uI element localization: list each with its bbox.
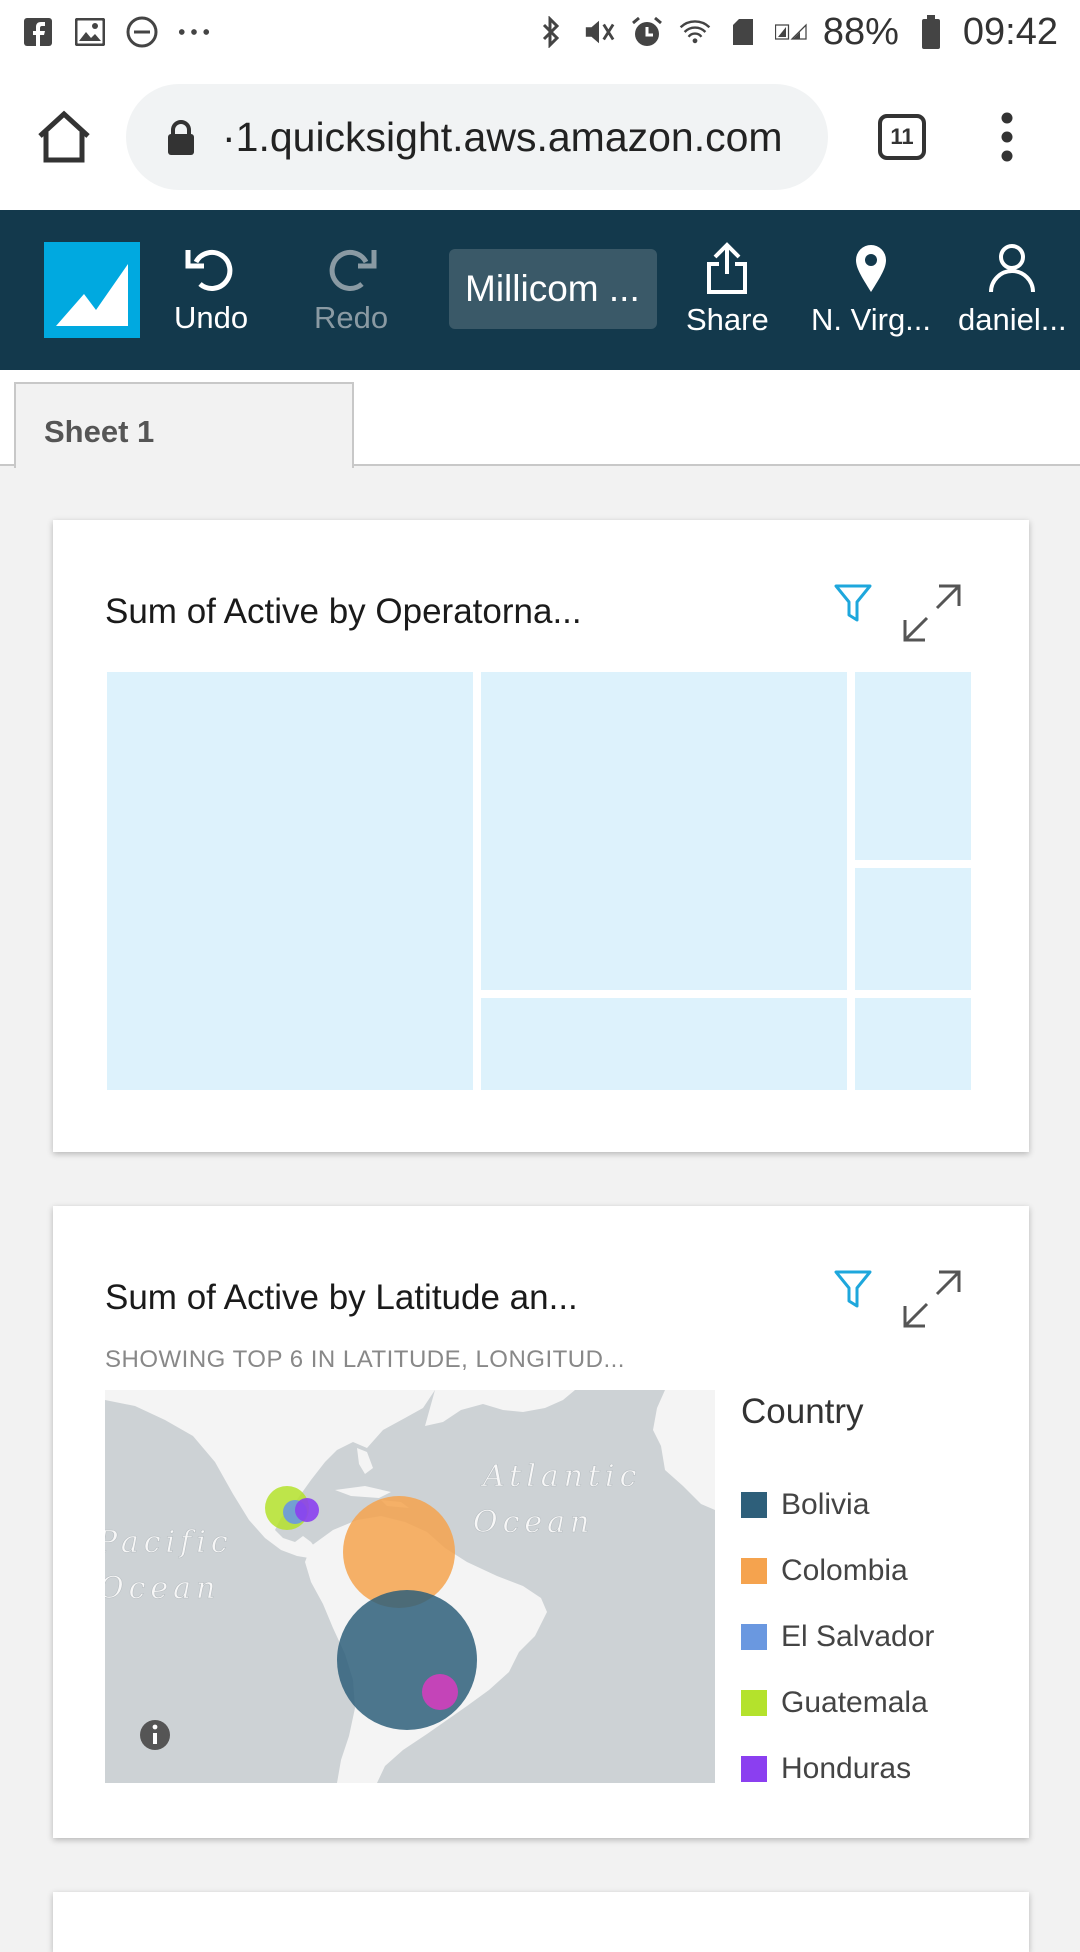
redo-icon — [329, 250, 377, 291]
treemap-cell[interactable] — [481, 998, 847, 1090]
expand-icon[interactable] — [901, 1268, 963, 1330]
ocean-label: Ocean — [105, 1571, 220, 1606]
map-legend: Country Bolivia Colombia El Salvador Guatem… — [741, 1392, 934, 1802]
analysis-name-field[interactable]: Millicom ... — [449, 249, 657, 329]
visual-title: Sum of Active by Operatorna... — [105, 592, 582, 631]
address-bar[interactable]: ·1.quicksight.aws.amazon.com — [126, 84, 828, 190]
visual-subtitle: SHOWING TOP 6 IN LATITUDE, LONGITUD... — [105, 1346, 625, 1373]
location-pin-icon — [856, 245, 887, 292]
legend-item[interactable]: Honduras — [741, 1736, 934, 1802]
facebook-icon — [22, 16, 54, 48]
overflow-menu-icon[interactable] — [992, 110, 1022, 164]
tab-switcher-button[interactable]: 11 — [878, 114, 926, 160]
redo-label: Redo — [314, 300, 389, 335]
ocean-label: Atlantic — [480, 1459, 641, 1494]
more-dots-icon — [178, 16, 210, 48]
undo-icon — [185, 250, 233, 291]
treemap-visual[interactable]: Sum of Active by Operatorna... — [53, 520, 1029, 1152]
user-label: daniel... — [958, 302, 1067, 337]
undo-button[interactable]: Undo — [174, 242, 248, 336]
map-visual[interactable]: Sum of Active by Latitude an... SHOWING … — [53, 1206, 1029, 1838]
filter-icon[interactable] — [833, 582, 873, 624]
undo-label: Undo — [174, 300, 249, 335]
expand-icon[interactable] — [901, 582, 963, 644]
redo-button[interactable]: Redo — [314, 242, 388, 336]
quicksight-logo[interactable] — [44, 242, 140, 338]
next-visual[interactable] — [53, 1892, 1029, 1952]
treemap-cell[interactable] — [481, 672, 847, 990]
user-icon — [989, 244, 1036, 293]
legend-swatch — [741, 1624, 767, 1650]
legend-swatch — [741, 1756, 767, 1782]
legend-label: Colombia — [781, 1554, 908, 1587]
bluetooth-icon — [535, 16, 567, 48]
url-text: ·1.quicksight.aws.amazon.com — [222, 113, 783, 160]
wifi-icon — [679, 16, 711, 48]
sim-icon — [727, 16, 759, 48]
share-label: Share — [686, 302, 769, 337]
treemap-cell[interactable] — [855, 868, 971, 990]
user-button[interactable]: daniel... — [958, 242, 1067, 338]
share-icon — [707, 242, 748, 294]
legend-label: Honduras — [781, 1752, 912, 1785]
treemap-cell[interactable] — [855, 998, 971, 1090]
legend-item[interactable]: Colombia — [741, 1538, 934, 1604]
region-label: N. Virg... — [811, 302, 932, 337]
lock-icon — [166, 119, 196, 155]
legend-label: Guatemala — [781, 1686, 928, 1719]
point-bolivia[interactable] — [337, 1590, 477, 1730]
treemap-cell[interactable] — [855, 672, 971, 860]
share-button[interactable]: Share — [686, 242, 769, 338]
legend-label: El Salvador — [781, 1620, 935, 1653]
legend-item[interactable]: Guatemala — [741, 1670, 934, 1736]
battery-percent: 88% — [822, 10, 899, 53]
visual-title: Sum of Active by Latitude an... — [105, 1278, 578, 1317]
battery-icon — [915, 15, 947, 49]
legend-title: Country — [741, 1392, 864, 1431]
point-honduras[interactable] — [295, 1498, 319, 1522]
home-icon[interactable] — [34, 108, 94, 168]
ocean-label: Ocean — [473, 1505, 594, 1540]
legend-swatch — [741, 1492, 767, 1518]
legend-swatch — [741, 1690, 767, 1716]
treemap — [107, 672, 971, 1090]
info-icon[interactable] — [140, 1720, 170, 1750]
treemap-cell[interactable] — [107, 672, 473, 1090]
clock: 09:42 — [962, 10, 1058, 53]
sheet-tab-bar: Sheet 1 — [0, 370, 1080, 468]
region-button[interactable]: N. Virg... — [811, 242, 931, 338]
legend-item[interactable]: Bolivia — [741, 1472, 934, 1538]
legend-label: Bolivia — [781, 1488, 870, 1521]
browser-bar: ·1.quicksight.aws.amazon.com 11 — [0, 64, 1080, 210]
do-not-disturb-icon — [126, 16, 158, 48]
signal-icon — [774, 16, 807, 48]
alarm-icon — [631, 16, 663, 48]
gallery-icon — [74, 16, 106, 48]
point-country[interactable] — [422, 1674, 458, 1710]
tab-sheet-1[interactable]: Sheet 1 — [14, 382, 354, 468]
map[interactable]: Atlantic Ocean Pacific Ocean — [105, 1390, 715, 1783]
legend-item[interactable]: El Salvador — [741, 1604, 934, 1670]
ocean-label: Pacific — [105, 1525, 233, 1560]
legend-swatch — [741, 1558, 767, 1584]
app-toolbar: Undo Redo Millicom ... Share N. Virg... … — [0, 210, 1080, 370]
mute-icon — [583, 16, 615, 48]
filter-icon[interactable] — [833, 1268, 873, 1310]
status-bar: 88% 09:42 — [0, 0, 1080, 64]
